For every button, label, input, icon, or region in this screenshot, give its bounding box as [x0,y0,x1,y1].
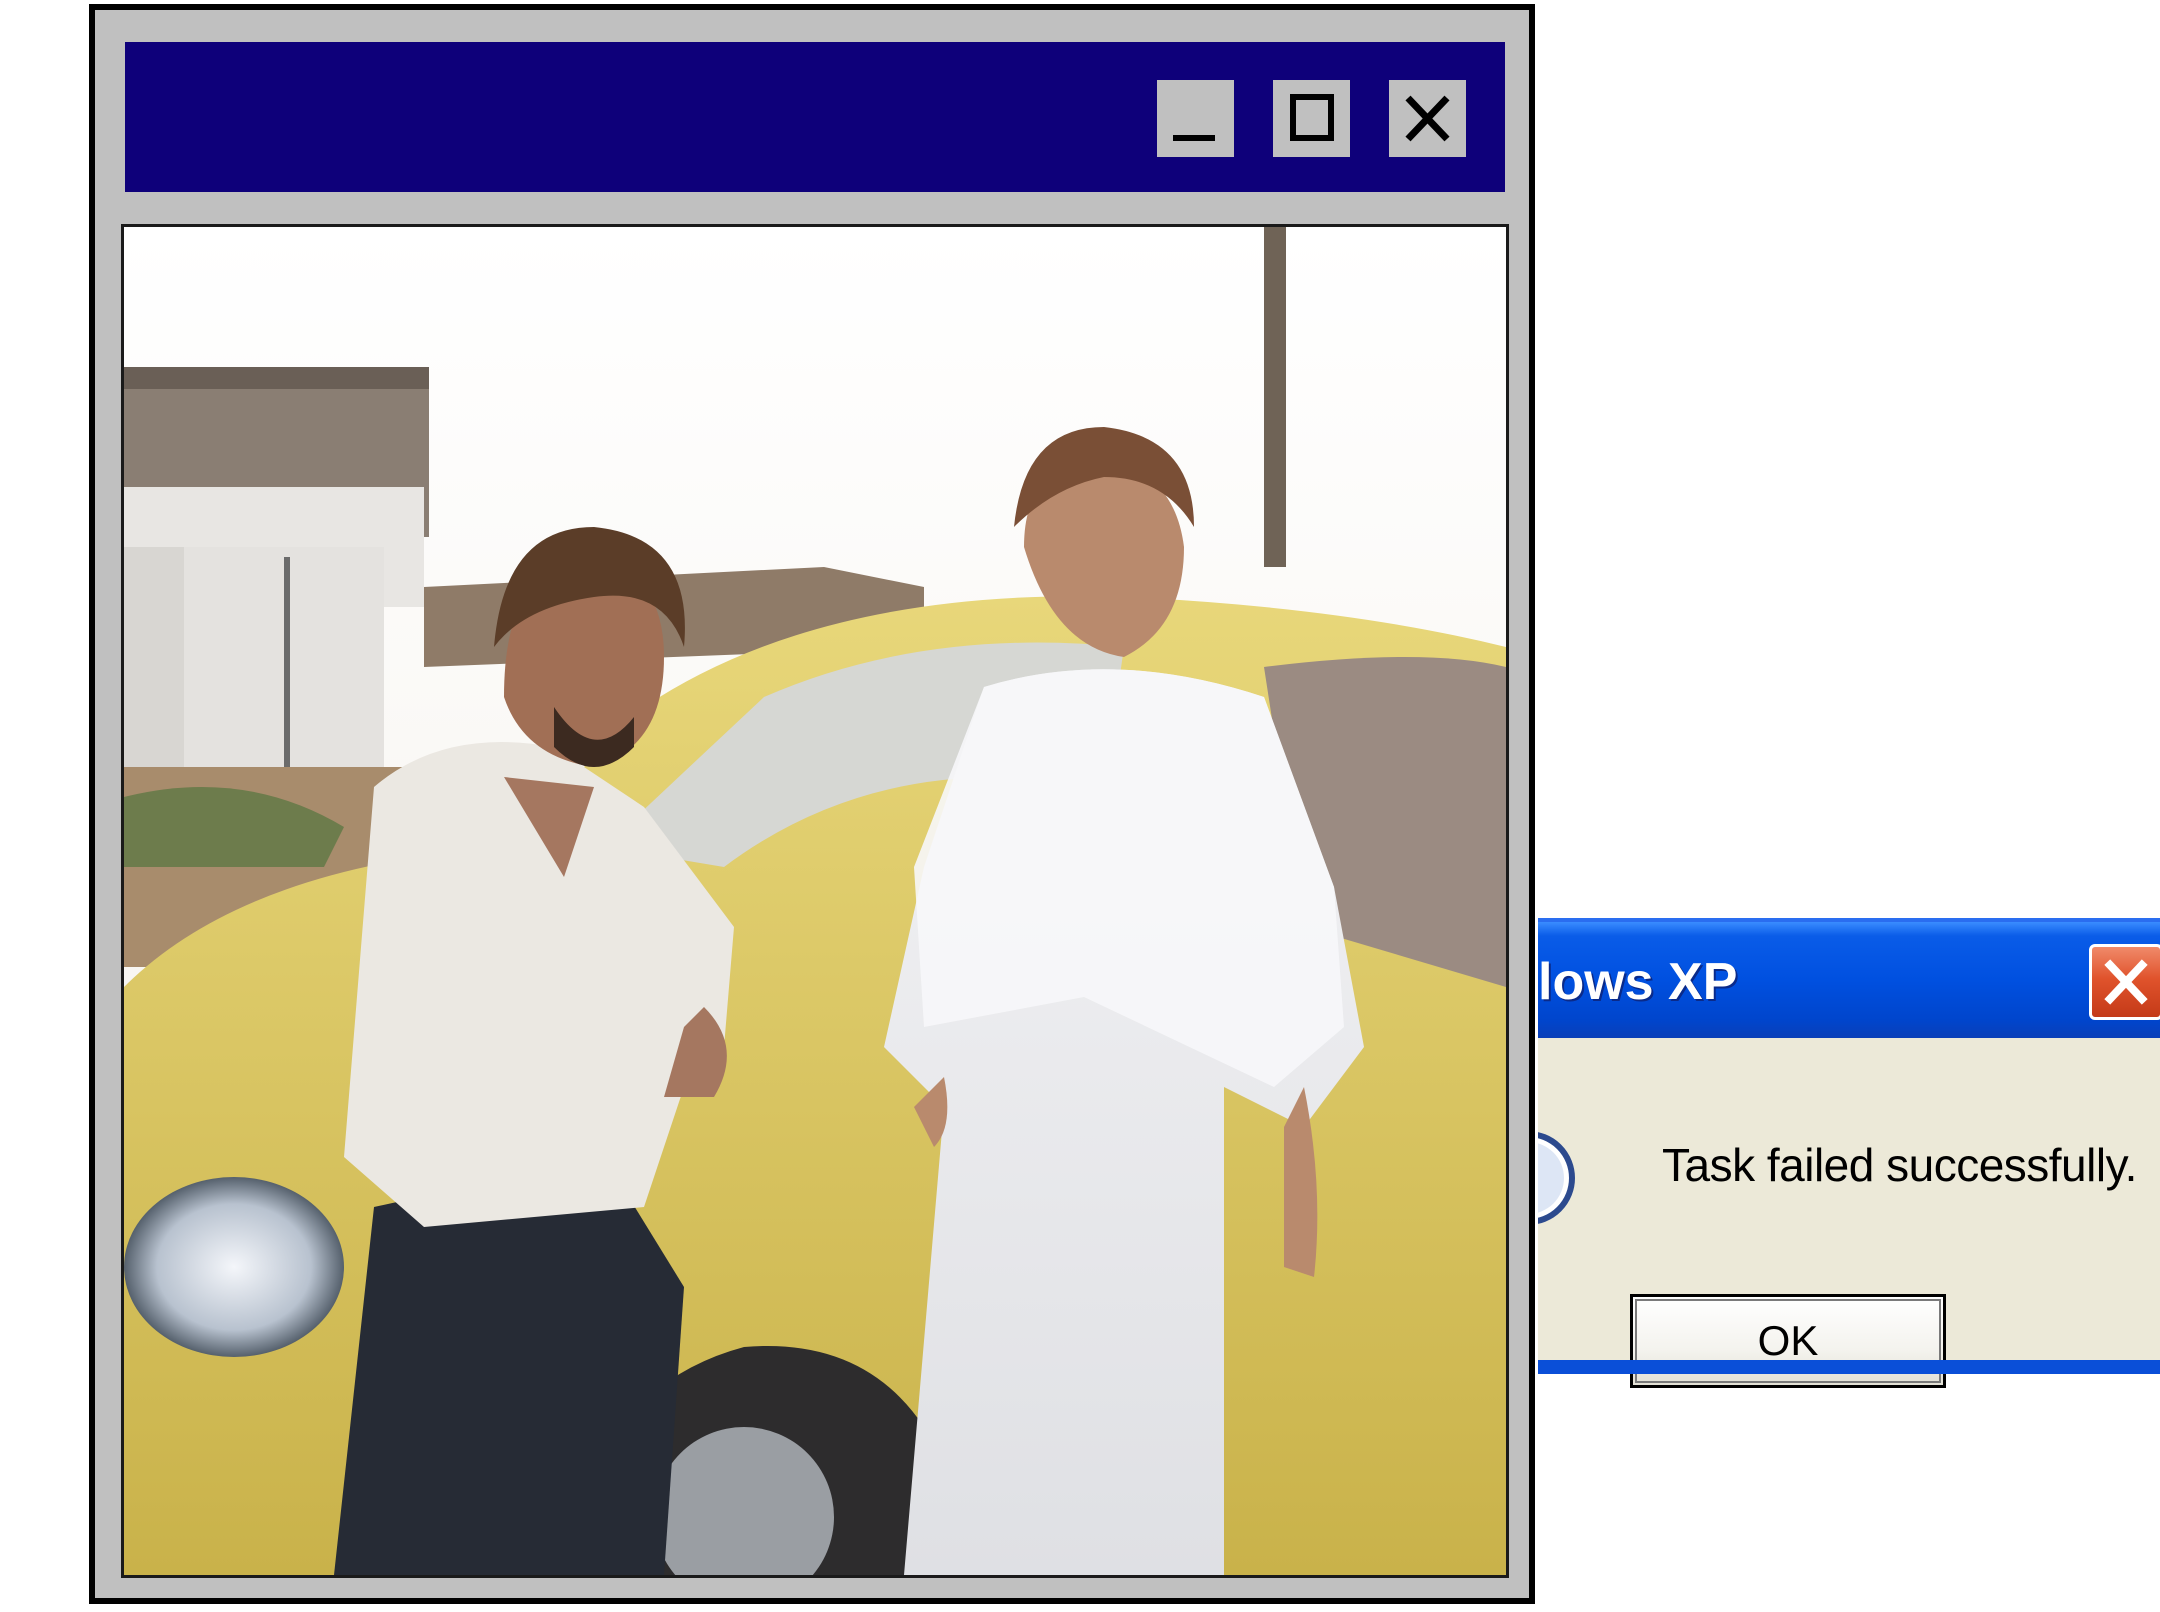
dialog-message: Task failed successfully. [1662,1139,2137,1191]
photo-frame [121,224,1509,1578]
minimize-icon [1173,135,1215,141]
retro-window [89,4,1535,1604]
dialog-close-button[interactable] [2089,944,2160,1020]
xp-error-dialog: lows XP Task failed successfully. OK [1538,918,2160,1450]
maximize-button[interactable] [1273,80,1350,157]
dialog-titlebar[interactable]: lows XP [1538,918,2160,1038]
photo-man-woman-yellow-car [124,227,1506,1575]
close-icon [2104,959,2148,1005]
desktop: lows XP Task failed successfully. OK [0,0,2160,1612]
close-button[interactable] [1389,80,1466,157]
maximize-icon [1290,94,1334,141]
info-icon [1538,1132,1575,1224]
retro-titlebar[interactable] [125,42,1505,192]
close-icon [1405,95,1450,142]
dialog-body: Task failed successfully. OK [1538,1038,2160,1388]
minimize-button[interactable] [1157,80,1234,157]
dialog-border [1538,1360,2160,1374]
dialog-title: lows XP [1538,953,1738,1011]
